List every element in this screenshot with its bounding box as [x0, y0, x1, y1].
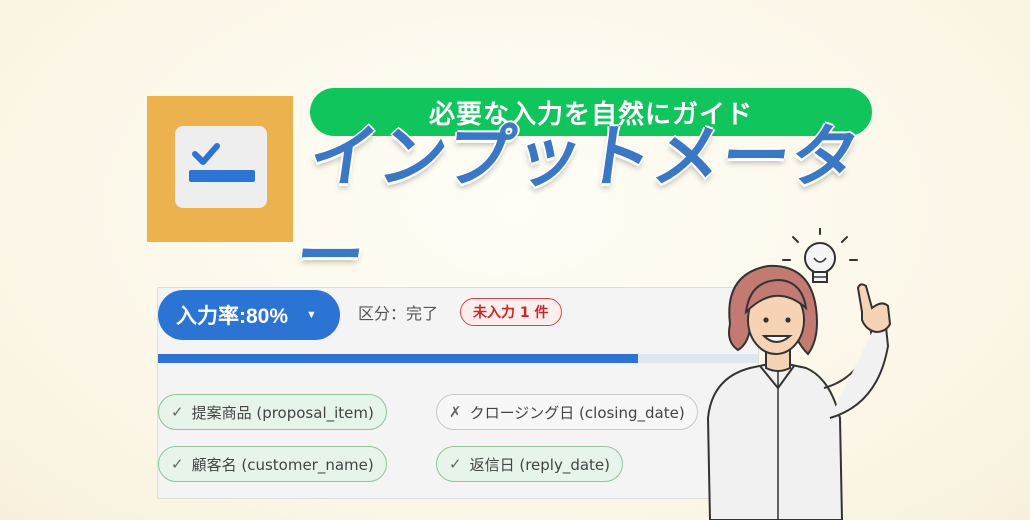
- woman-idea-illustration: [706, 228, 892, 520]
- input-progress-bar: [158, 354, 758, 363]
- cross-icon: ✗: [449, 403, 462, 421]
- check-icon: ✓: [171, 403, 184, 421]
- field-chip-proposal-item[interactable]: ✓ 提案商品 (proposal_item): [158, 394, 387, 430]
- field-chip-label: 顧客名 (customer_name): [191, 455, 374, 474]
- input-meter-panel: 入力率:80% ▼ 区分：完了 未入力 1 件 ✓ 提案商品 (proposal…: [157, 287, 759, 499]
- caret-down-icon: ▼: [306, 309, 317, 321]
- logo-card: [175, 126, 267, 208]
- check-icon: ✓: [171, 455, 184, 473]
- field-chip-label: クロージング日 (closing_date): [469, 403, 685, 422]
- check-icon: ✓: [449, 455, 462, 473]
- field-chip-customer-name[interactable]: ✓ 顧客名 (customer_name): [158, 446, 387, 482]
- status-text: 区分：完了: [358, 304, 439, 323]
- field-chip-reply-date[interactable]: ✓ 返信日 (reply_date): [436, 446, 624, 482]
- input-rate-label: 入力率:80%: [176, 305, 289, 328]
- field-chip-label: 提案商品 (proposal_item): [191, 403, 374, 422]
- field-chip-label: 返信日 (reply_date): [469, 455, 611, 474]
- app-logo: [147, 96, 293, 242]
- input-rate-dropdown[interactable]: 入力率:80% ▼: [158, 290, 340, 340]
- missing-count-badge[interactable]: 未入力 1 件: [460, 298, 562, 326]
- checklist-icon: [189, 143, 255, 182]
- field-chip-closing-date[interactable]: ✗ クロージング日 (closing_date): [436, 394, 698, 430]
- input-progress-fill: [158, 354, 638, 363]
